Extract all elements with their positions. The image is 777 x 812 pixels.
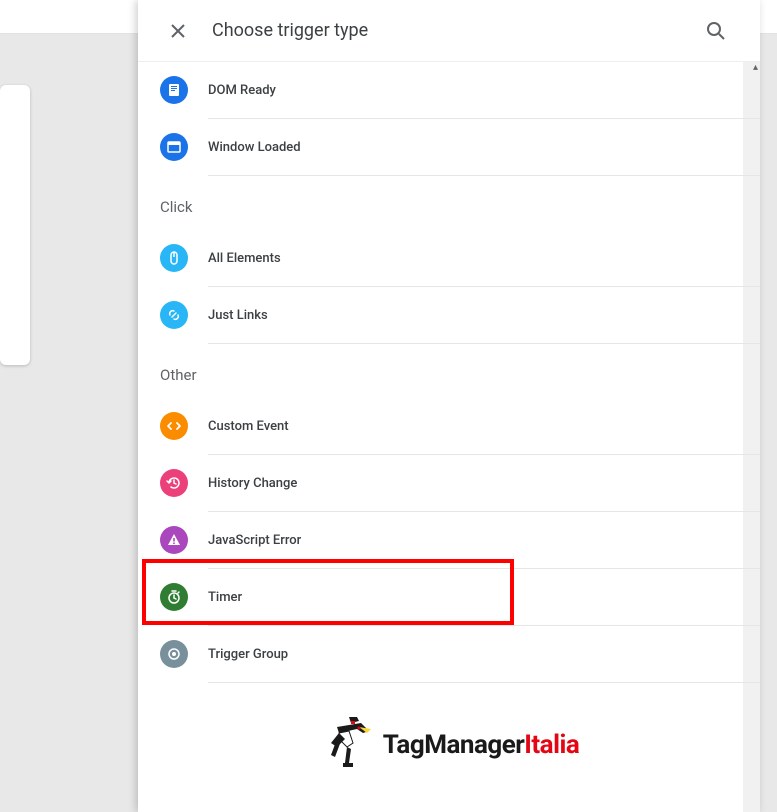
trigger-list: DOM Ready Window Loaded Click All Elemen… <box>138 62 760 807</box>
logo-text: TagManagerItalia <box>383 730 580 760</box>
trigger-label: DOM Ready <box>208 83 276 98</box>
trigger-label: History Change <box>208 476 297 491</box>
logo: TagManagerItalia <box>138 713 760 777</box>
history-icon <box>160 469 188 497</box>
trigger-item-window-loaded[interactable]: Window Loaded <box>138 119 760 175</box>
trigger-item-history-change[interactable]: History Change <box>138 455 760 511</box>
trigger-label: Custom Event <box>208 419 289 434</box>
panel-title: Choose trigger type <box>212 20 696 41</box>
search-button[interactable] <box>696 11 736 51</box>
trigger-label: Timer <box>208 590 242 605</box>
background-card <box>0 85 30 365</box>
code-icon <box>160 412 188 440</box>
trigger-item-dom-ready[interactable]: DOM Ready <box>138 62 760 118</box>
trigger-item-custom-event[interactable]: Custom Event <box>138 398 760 454</box>
woodpecker-icon <box>319 713 379 777</box>
trigger-item-all-elements[interactable]: All Elements <box>138 230 760 286</box>
trigger-item-just-links[interactable]: Just Links <box>138 287 760 343</box>
mouse-icon <box>160 244 188 272</box>
dom-ready-icon <box>160 76 188 104</box>
close-button[interactable] <box>158 11 198 51</box>
panel-body: DOM Ready Window Loaded Click All Elemen… <box>138 62 760 812</box>
category-label-other: Other <box>138 344 760 398</box>
trigger-item-trigger-group[interactable]: Trigger Group <box>138 626 760 682</box>
trigger-type-panel: Choose trigger type ▴ DOM Ready <box>138 0 760 812</box>
trigger-label: Window Loaded <box>208 140 301 155</box>
trigger-label: JavaScript Error <box>208 533 301 548</box>
logo-text-2: Italia <box>524 730 579 760</box>
search-icon <box>706 21 726 41</box>
window-loaded-icon <box>160 133 188 161</box>
panel-header: Choose trigger type <box>138 0 760 62</box>
trigger-item-javascript-error[interactable]: JavaScript Error <box>138 512 760 568</box>
trigger-label: All Elements <box>208 251 281 266</box>
category-label-click: Click <box>138 176 760 230</box>
divider <box>208 682 760 683</box>
close-icon <box>170 23 186 39</box>
trigger-label: Just Links <box>208 308 268 323</box>
trigger-item-timer[interactable]: Timer <box>138 569 760 625</box>
timer-icon <box>160 583 188 611</box>
error-icon <box>160 526 188 554</box>
trigger-label: Trigger Group <box>208 647 288 662</box>
group-icon <box>160 640 188 668</box>
logo-text-1: TagManager <box>383 730 525 760</box>
link-icon <box>160 301 188 329</box>
